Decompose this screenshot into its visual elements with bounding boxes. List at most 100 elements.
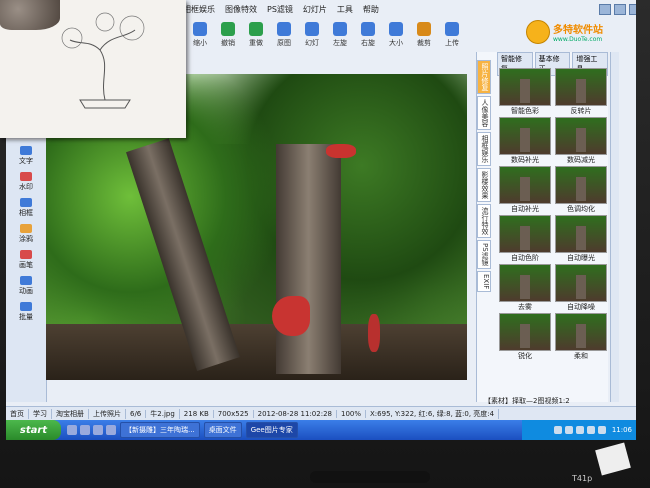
menu-item-effects[interactable]: 图像特效: [223, 4, 259, 18]
rotate-right-icon: [361, 22, 375, 36]
status-learn[interactable]: 学习: [29, 409, 52, 419]
frame-icon: [20, 198, 32, 207]
undo-button[interactable]: 撤销: [214, 22, 242, 52]
frame-tool[interactable]: 相框: [6, 198, 46, 218]
rotate-right-button[interactable]: 右旋: [354, 22, 382, 52]
effect-thumb[interactable]: 去雾: [499, 264, 551, 312]
effect-thumb[interactable]: 智能色彩: [499, 68, 551, 116]
tray-icon[interactable]: [597, 426, 606, 434]
effect-thumb[interactable]: 自动色阶: [499, 215, 551, 263]
duote-logo: 多特软件站 www.DuoTe.com: [526, 20, 603, 44]
effect-thumb[interactable]: 数码减光: [555, 117, 607, 165]
quick-launch-icon[interactable]: [80, 425, 90, 435]
quick-launch-icon[interactable]: [67, 425, 77, 435]
quick-launch-icon[interactable]: [93, 425, 103, 435]
effect-thumb[interactable]: 自动降噪: [555, 264, 607, 312]
menu-item-slideshow[interactable]: 幻灯片: [301, 4, 329, 18]
tray-icon[interactable]: [553, 426, 562, 434]
original-button[interactable]: 原图: [270, 22, 298, 52]
zoom-out-icon: [193, 22, 207, 36]
vtab-portrait[interactable]: 人像美容: [477, 96, 491, 130]
menu-item-help[interactable]: 帮助: [361, 4, 381, 18]
effect-thumb[interactable]: 反转片: [555, 68, 607, 116]
status-taobao-album[interactable]: 淘宝相册: [52, 409, 89, 419]
logo-brand: 多特软件站: [553, 25, 603, 36]
text-tool[interactable]: 文字: [6, 146, 46, 166]
redo-button[interactable]: 重做: [242, 22, 270, 52]
quick-launch: [67, 425, 116, 435]
batch-tool[interactable]: 批量: [6, 302, 46, 322]
taskbar-item[interactable]: 【新摄雕】三年陶瑞...: [120, 422, 200, 438]
watermark-tool[interactable]: 水印: [6, 172, 46, 192]
tree-trunk-right: [276, 144, 341, 374]
animation-tool[interactable]: 动画: [6, 276, 46, 296]
brush-icon: [20, 250, 32, 259]
rotate-left-button[interactable]: 左旋: [326, 22, 354, 52]
status-bar: 首页 学习 淘宝相册 上传照片 6/6 牛2.jpg 218 KB 700x52…: [6, 406, 636, 421]
quick-launch-icon[interactable]: [106, 425, 116, 435]
menu-item-tools[interactable]: 工具: [335, 4, 355, 18]
status-upload-photo[interactable]: 上传照片: [89, 409, 126, 419]
category-tabs: 照片修复 人像美容 相框娱乐 影楼效果 流行特效 PS滤镜 EXIF: [477, 60, 491, 294]
maximize-button[interactable]: [614, 4, 626, 15]
status-zoom: 100%: [337, 410, 367, 418]
status-dimensions: 700x525: [214, 410, 254, 418]
panel-scrollbar[interactable]: [610, 52, 619, 402]
sketch-paper: [0, 0, 186, 138]
watermark-icon: [20, 172, 32, 181]
logo-site: www.DuoTe.com: [553, 36, 603, 43]
tray-icon[interactable]: [564, 426, 573, 434]
resize-button[interactable]: 大小: [382, 22, 410, 52]
text-icon: [20, 146, 32, 155]
taskbar: start 【新摄雕】三年陶瑞... 桌面文件 Gee图片专家 11:06: [6, 420, 636, 440]
vtab-exif[interactable]: EXIF: [477, 270, 491, 292]
batch-icon: [20, 302, 32, 311]
window-controls: [599, 4, 636, 15]
rotate-left-icon: [333, 22, 347, 36]
status-datetime: 2012-08-28 11:02:28: [254, 410, 337, 418]
taskbar-item-active[interactable]: Gee图片专家: [245, 422, 298, 438]
doodle-tool[interactable]: 涂鸦: [6, 224, 46, 244]
start-button[interactable]: start: [6, 420, 61, 440]
menu-item-frame[interactable]: 相框娱乐: [181, 4, 217, 18]
status-filename: 牛2.jpg: [146, 409, 180, 419]
clock: 11:06: [611, 426, 632, 434]
vtab-frame[interactable]: 相框娱乐: [477, 132, 491, 166]
upload-button[interactable]: 上传: [438, 22, 466, 52]
vtab-trend[interactable]: 流行特效: [477, 204, 491, 238]
effect-thumbnails: 智能色彩 反转片 数码补光 数码减光 自动补光 色调均化 自动色阶 自动曝光 去…: [499, 68, 607, 361]
tray-icon[interactable]: [586, 426, 595, 434]
menu-bar: 相框娱乐 图像特效 PS滤镜 幻灯片 工具 帮助: [181, 4, 381, 18]
tray-icon[interactable]: [575, 426, 584, 434]
slideshow-button[interactable]: 幻灯: [298, 22, 326, 52]
taskbar-item[interactable]: 桌面文件: [203, 422, 242, 438]
undo-icon: [221, 22, 235, 36]
red-paint-mark: [326, 144, 356, 158]
effect-thumb[interactable]: 锐化: [499, 313, 551, 361]
slideshow-icon: [305, 22, 319, 36]
animation-icon: [20, 276, 32, 285]
vtab-ps-filter[interactable]: PS滤镜: [477, 240, 491, 269]
redo-icon: [249, 22, 263, 36]
vtab-photo-repair[interactable]: 照片修复: [477, 60, 491, 94]
close-button[interactable]: [629, 4, 636, 15]
effect-thumb[interactable]: 色调均化: [555, 166, 607, 214]
status-filesize: 218 KB: [180, 410, 214, 418]
upload-icon: [445, 22, 459, 36]
zoom-out-button[interactable]: 缩小: [186, 22, 214, 52]
minimize-button[interactable]: [599, 4, 611, 15]
crop-button[interactable]: 裁剪: [410, 22, 438, 52]
effect-thumb[interactable]: 柔和: [555, 313, 607, 361]
effect-thumb[interactable]: 自动曝光: [555, 215, 607, 263]
bonsai-sketch-icon: [61, 12, 145, 109]
red-paint-mark: [368, 314, 380, 352]
effect-thumb[interactable]: 数码补光: [499, 117, 551, 165]
right-effects-panel: 智能修复 基本修正 增强工具 照片修复 人像美容 相框娱乐 影楼效果 流行特效 …: [476, 52, 609, 402]
red-paint-mark: [272, 296, 310, 336]
resize-icon: [389, 22, 403, 36]
status-home[interactable]: 首页: [6, 409, 29, 419]
vtab-studio[interactable]: 影楼效果: [477, 168, 491, 202]
menu-item-ps-filter[interactable]: PS滤镜: [265, 4, 295, 18]
brush-tool[interactable]: 画笔: [6, 250, 46, 270]
effect-thumb[interactable]: 自动补光: [499, 166, 551, 214]
